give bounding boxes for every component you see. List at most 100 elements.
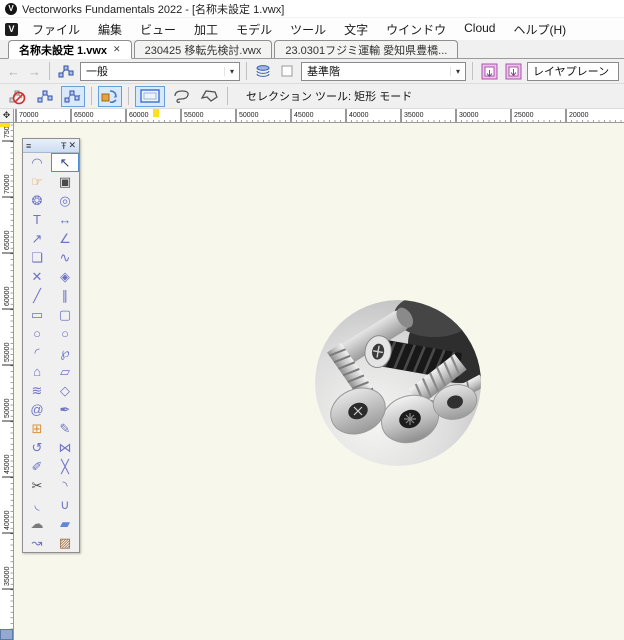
selection-tool[interactable]: ↖ bbox=[51, 153, 79, 172]
layers-icon[interactable] bbox=[253, 61, 273, 81]
menu-item-edit[interactable]: 編集 bbox=[89, 19, 131, 40]
corner-arc-tool[interactable]: ◟ bbox=[23, 495, 51, 514]
freeform-polygon-tool[interactable]: ≋ bbox=[23, 381, 51, 400]
layer-value: 基準階 bbox=[307, 63, 340, 79]
document-tab-bar: 名称未設定 1.vwx ✕ 230425 移転先検討.vwx23.0301フジミ運輸… bbox=[0, 40, 624, 59]
lasso-mode-icon[interactable] bbox=[169, 86, 193, 107]
reshape-tool[interactable]: ✎ bbox=[51, 419, 79, 438]
svg-text:45000: 45000 bbox=[4, 454, 11, 474]
marquee-mode-icon[interactable] bbox=[135, 86, 165, 107]
class-options-icon[interactable] bbox=[277, 61, 297, 81]
palette-menu-icon[interactable]: ≡ bbox=[26, 141, 31, 151]
regular-polygon-tool[interactable]: ◇ bbox=[51, 381, 79, 400]
tab-close-icon[interactable]: ✕ bbox=[113, 44, 121, 55]
tab-label: 名称未設定 1.vwx bbox=[19, 42, 107, 58]
saved-view-dropdown[interactable]: 一般 ▾ bbox=[80, 62, 240, 81]
cloud-tool[interactable]: ☁ bbox=[23, 514, 51, 533]
forward-button[interactable]: → bbox=[26, 63, 43, 80]
working-plane-tool[interactable]: ◈ bbox=[51, 267, 79, 286]
arc-tool[interactable]: ◜ bbox=[23, 343, 51, 362]
paint-tool[interactable]: ▨ bbox=[51, 533, 79, 552]
basic-tool-palette[interactable]: ≡ Ŧ ✕ ◠↖☞▣❂◎T↔↗∠❏∿✕◈╱∥▭▢○○◜℘⌂▱≋◇@✒⊞✎↺⋈✐╳… bbox=[22, 138, 80, 553]
trim-tool[interactable]: ✂ bbox=[23, 476, 51, 495]
connect-tool[interactable]: ↝ bbox=[23, 533, 51, 552]
menu-item-cloud[interactable]: Cloud bbox=[455, 19, 504, 40]
rectangle-tool[interactable]: ▭ bbox=[23, 305, 51, 324]
menu-item-window[interactable]: ウインドウ bbox=[377, 19, 455, 40]
scrollbar-corner[interactable] bbox=[0, 629, 13, 640]
pan-tool[interactable]: ☞ bbox=[23, 172, 51, 191]
locus-tool[interactable]: ✕ bbox=[23, 267, 51, 286]
separator bbox=[128, 87, 129, 105]
offset-tool[interactable]: ∪ bbox=[51, 495, 79, 514]
mound-tool[interactable]: ⌂ bbox=[23, 362, 51, 381]
tab-fujimi[interactable]: 23.0301フジミ運輸 愛知県豊橋... bbox=[274, 40, 458, 58]
active-plane-value: レイヤプレーン bbox=[533, 63, 609, 79]
separator bbox=[246, 62, 247, 80]
screen-plane-icon[interactable] bbox=[479, 61, 499, 81]
svg-text:50000: 50000 bbox=[4, 398, 11, 418]
angle-dimension-tool[interactable]: ∠ bbox=[51, 229, 79, 248]
attribute-mapping-tool[interactable]: ✐ bbox=[23, 457, 51, 476]
menu-item-help[interactable]: ヘルプ(H) bbox=[504, 19, 575, 40]
horizontal-ruler: 7000065000600005500050000450004000035000… bbox=[14, 109, 624, 123]
palette-tool-grid: ◠↖☞▣❂◎T↔↗∠❏∿✕◈╱∥▭▢○○◜℘⌂▱≋◇@✒⊞✎↺⋈✐╳✂◝◟∪☁▰… bbox=[23, 153, 79, 552]
callout-tool[interactable]: ❏ bbox=[23, 248, 51, 267]
menu-item-view[interactable]: ビュー bbox=[131, 19, 185, 40]
svg-text:60000: 60000 bbox=[4, 286, 11, 306]
back-button[interactable]: ← bbox=[5, 63, 22, 80]
menu-item-file[interactable]: ファイル bbox=[23, 19, 89, 40]
diagonal-dimension-tool[interactable]: ↗ bbox=[23, 229, 51, 248]
menu-item-tools[interactable]: ツール bbox=[281, 19, 335, 40]
layer-dropdown[interactable]: 基準階 ▾ bbox=[301, 62, 466, 81]
layer-plane-icon[interactable] bbox=[503, 61, 523, 81]
split-tool[interactable]: ✒ bbox=[51, 400, 79, 419]
oval-tool[interactable]: ○ bbox=[51, 324, 79, 343]
snap-disabled-icon[interactable] bbox=[5, 86, 29, 107]
rounded-rectangle-tool[interactable]: ▢ bbox=[51, 305, 79, 324]
2d-shape-tool[interactable]: ◠ bbox=[23, 153, 51, 172]
menu-item-text[interactable]: 文字 bbox=[335, 19, 377, 40]
tab-230425[interactable]: 230425 移転先検討.vwx bbox=[134, 40, 273, 58]
snap-object-icon[interactable] bbox=[61, 86, 85, 107]
drawing-canvas[interactable]: 7500070000650006000055000500004500040000… bbox=[0, 123, 624, 640]
menu-item-model[interactable]: モデル bbox=[227, 19, 281, 40]
svg-text:35000: 35000 bbox=[404, 112, 424, 119]
circle-tool[interactable]: ○ bbox=[23, 324, 51, 343]
snap-chain-icon[interactable] bbox=[33, 86, 57, 107]
ruler-origin-icon[interactable]: ✥ bbox=[0, 109, 14, 123]
active-plane-dropdown[interactable]: レイヤプレーン bbox=[527, 62, 619, 81]
camera-tool[interactable]: ▣ bbox=[51, 172, 79, 191]
clip-tool[interactable]: ⊞ bbox=[23, 419, 51, 438]
svg-text:65000: 65000 bbox=[4, 230, 11, 250]
fillet-tool[interactable]: ◝ bbox=[51, 476, 79, 495]
ruler-row: ✥ 70000650006000055000500004500040000350… bbox=[0, 109, 624, 123]
title-bar: V Vectorworks Fundamentals 2022 - [名称未設定… bbox=[0, 0, 624, 18]
palette-title-bar[interactable]: ≡ Ŧ ✕ bbox=[23, 139, 79, 153]
saved-views-icon[interactable] bbox=[56, 61, 76, 81]
double-line-tool[interactable]: ∥ bbox=[51, 286, 79, 305]
rotate-tool[interactable]: ↺ bbox=[23, 438, 51, 457]
zoom-tool[interactable]: ◎ bbox=[51, 191, 79, 210]
menu-item-modify[interactable]: 加工 bbox=[185, 19, 227, 40]
document-app-icon[interactable]: V bbox=[5, 23, 18, 36]
screws-image[interactable] bbox=[314, 299, 482, 467]
text-tool[interactable]: T bbox=[23, 210, 51, 229]
polygon-tool[interactable]: ▱ bbox=[51, 362, 79, 381]
dimension-tool[interactable]: ↔ bbox=[51, 210, 79, 229]
line-tool[interactable]: ╱ bbox=[23, 286, 51, 305]
polygon-lasso-mode-icon[interactable] bbox=[197, 86, 221, 107]
tab-untitled-1[interactable]: 名称未設定 1.vwx ✕ bbox=[8, 40, 132, 59]
auto-plane-icon[interactable] bbox=[98, 86, 122, 107]
eraser-tool[interactable]: ▰ bbox=[51, 514, 79, 533]
freehand-tool[interactable]: ∿ bbox=[51, 248, 79, 267]
palette-close-icon[interactable]: ✕ bbox=[68, 140, 76, 151]
palette-pin-icon[interactable]: Ŧ bbox=[61, 141, 67, 151]
mirror-tool[interactable]: ⋈ bbox=[51, 438, 79, 457]
flyover-tool[interactable]: ❂ bbox=[23, 191, 51, 210]
svg-text:70000: 70000 bbox=[4, 174, 11, 194]
curve-tool[interactable]: ℘ bbox=[51, 343, 79, 362]
cross-line-tool[interactable]: ╳ bbox=[51, 457, 79, 476]
spiral-tool[interactable]: @ bbox=[23, 400, 51, 419]
svg-text:70000: 70000 bbox=[19, 112, 39, 119]
